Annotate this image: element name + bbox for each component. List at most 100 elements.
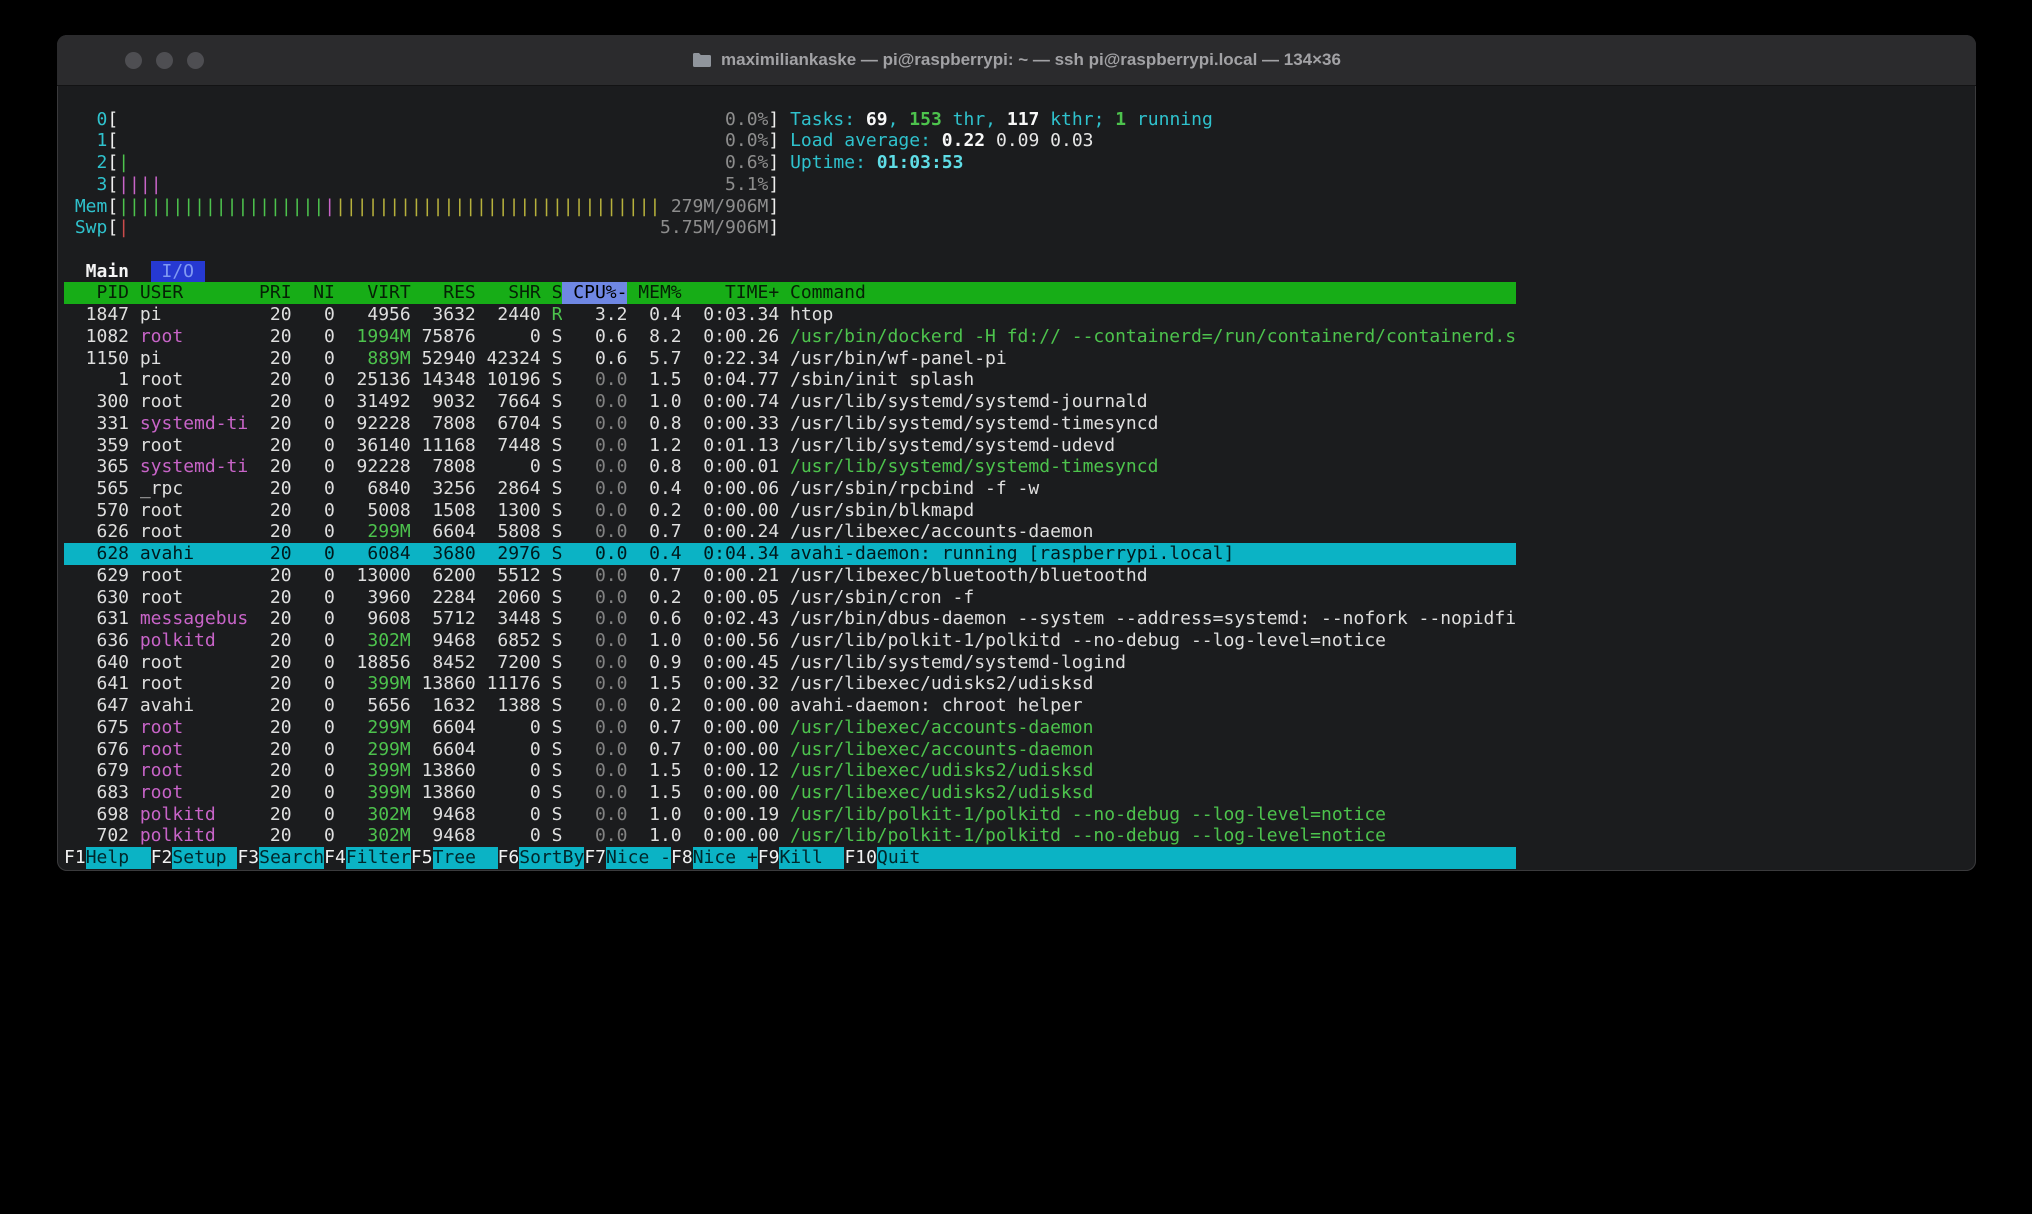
cell-time: 0:00.26 xyxy=(682,326,780,348)
cell-pid: 647 xyxy=(64,695,129,717)
process-row-365[interactable]: 365systemd-ti2009222878080S0.00.80:00.01… xyxy=(64,456,1516,478)
fkey-f9[interactable]: F9 xyxy=(758,847,780,869)
process-row-1082[interactable]: 1082root2001994M758760S0.68.20:00.26/usr… xyxy=(64,326,1516,348)
process-row-629[interactable]: 629root2001300062005512S0.00.70:00.21/us… xyxy=(64,565,1516,587)
cell-pri: 20 xyxy=(248,326,291,348)
process-row-702[interactable]: 702polkitd200302M94680S0.01.00:00.00/usr… xyxy=(64,825,1516,847)
column-header-time[interactable]: TIME+ xyxy=(682,282,780,304)
cell-s: S xyxy=(541,695,563,717)
function-bar: F1Help F2Setup F3SearchF4FilterF5Tree F6… xyxy=(64,847,1516,869)
kthread-count: 117 xyxy=(1007,109,1040,130)
process-row-631[interactable]: 631messagebus200960857123448S0.00.60:02.… xyxy=(64,608,1516,630)
meter-bar: | xyxy=(194,196,205,218)
traffic-lights xyxy=(125,35,204,85)
cell-pri: 20 xyxy=(248,587,291,609)
fkey-f10[interactable]: F10 xyxy=(844,847,877,869)
cell-pri: 20 xyxy=(248,391,291,413)
process-row-1847[interactable]: 1847pi200495636322440R3.20.40:03.34htop xyxy=(64,304,1516,326)
process-row-676[interactable]: 676root200299M66040S0.00.70:00.00/usr/li… xyxy=(64,739,1516,761)
meter-bar: | xyxy=(509,196,520,218)
tab-io[interactable]: I/O xyxy=(151,261,205,282)
cell-shr: 2440 xyxy=(476,304,541,326)
cell-cpu: 0.0 xyxy=(562,435,627,457)
process-row-331[interactable]: 331systemd-ti2009222878086704S0.00.80:00… xyxy=(64,413,1516,435)
swp-value: 5.75M/906M xyxy=(660,217,768,239)
fkey-label-quit[interactable]: Quit xyxy=(877,847,942,869)
fkey-f8[interactable]: F8 xyxy=(671,847,693,869)
process-row-675[interactable]: 675root200299M66040S0.00.70:00.00/usr/li… xyxy=(64,717,1516,739)
cell-res: 7808 xyxy=(411,456,476,478)
fkey-f3[interactable]: F3 xyxy=(237,847,259,869)
close-button[interactable] xyxy=(125,52,142,69)
fkey-label-filter[interactable]: Filter xyxy=(346,847,411,869)
fkey-f1[interactable]: F1 xyxy=(64,847,86,869)
cell-time: 0:00.56 xyxy=(682,630,780,652)
column-header-virt[interactable]: VIRT xyxy=(335,282,411,304)
column-header-s[interactable]: S xyxy=(541,282,563,304)
titlebar[interactable]: maximiliankaske — pi@raspberrypi: ~ — ss… xyxy=(57,35,1976,86)
fkey-label-nice-[interactable]: Nice + xyxy=(693,847,758,869)
minimize-button[interactable] xyxy=(156,52,173,69)
cell-cpu: 0.0 xyxy=(562,804,627,826)
fkey-label-setup[interactable]: Setup xyxy=(172,847,237,869)
fkey-label-help[interactable]: Help xyxy=(86,847,151,869)
fkey-f7[interactable]: F7 xyxy=(584,847,606,869)
process-row-679[interactable]: 679root200399M138600S0.01.50:00.12/usr/l… xyxy=(64,760,1516,782)
memory-meter: Mem[||||||||||||||||||||||||||||||||||||… xyxy=(64,196,779,217)
fkey-label-search[interactable]: Search xyxy=(259,847,324,869)
column-header-cmd[interactable]: Command xyxy=(790,282,1516,304)
cell-virt: 92228 xyxy=(335,413,411,435)
process-row-359[interactable]: 359root20036140111687448S0.01.20:01.13/u… xyxy=(64,435,1516,457)
fkey-f4[interactable]: F4 xyxy=(324,847,346,869)
cell-cpu: 0.0 xyxy=(562,673,627,695)
cpu1-row: 1[0.0%]Load average: 0.22 0.09 0.03 xyxy=(64,130,1516,152)
column-header-ni[interactable]: NI xyxy=(292,282,335,304)
meter-bar: | xyxy=(118,217,129,239)
process-row-626[interactable]: 626root200299M66045808S0.00.70:00.24/usr… xyxy=(64,521,1516,543)
process-row-300[interactable]: 300root2003149290327664S0.01.00:00.74/us… xyxy=(64,391,1516,413)
process-row-570[interactable]: 570root200500815081300S0.00.20:00.00/usr… xyxy=(64,500,1516,522)
process-row-630[interactable]: 630root200396022842060S0.00.20:00.05/usr… xyxy=(64,587,1516,609)
cell-shr: 6852 xyxy=(476,630,541,652)
cell-s: S xyxy=(541,760,563,782)
fkey-f2[interactable]: F2 xyxy=(151,847,173,869)
cell-pid: 631 xyxy=(64,608,129,630)
process-row-641[interactable]: 641root200399M1386011176S0.01.50:00.32/u… xyxy=(64,673,1516,695)
fkey-f6[interactable]: F6 xyxy=(498,847,520,869)
process-row-647[interactable]: 647avahi200565616321388S0.00.20:00.00ava… xyxy=(64,695,1516,717)
process-row-628[interactable]: 628avahi200608436802976S0.00.40:04.34ava… xyxy=(64,543,1516,565)
column-header-shr[interactable]: SHR xyxy=(476,282,541,304)
cell-user: root xyxy=(140,652,248,674)
process-row-683[interactable]: 683root200399M138600S0.01.50:00.00/usr/l… xyxy=(64,782,1516,804)
meter-bar: | xyxy=(162,196,173,218)
column-header-pid[interactable]: PID xyxy=(64,282,129,304)
fkey-f5[interactable]: F5 xyxy=(411,847,433,869)
column-header-mem[interactable]: MEM% xyxy=(627,282,681,304)
fkey-label-sortby[interactable]: SortBy xyxy=(519,847,584,869)
column-header-res[interactable]: RES xyxy=(411,282,476,304)
fkey-label-tree[interactable]: Tree xyxy=(433,847,498,869)
zoom-button[interactable] xyxy=(187,52,204,69)
process-row-698[interactable]: 698polkitd200302M94680S0.01.00:00.19/usr… xyxy=(64,804,1516,826)
meter-bar: | xyxy=(303,196,314,218)
meter-bar: | xyxy=(628,196,639,218)
meter-bar: | xyxy=(129,196,140,218)
tab-main[interactable]: Main xyxy=(75,261,140,282)
process-row-565[interactable]: 565_rpc200684032562864S0.00.40:00.06/usr… xyxy=(64,478,1516,500)
process-row-1150[interactable]: 1150pi200889M5294042324S0.65.70:22.34/us… xyxy=(64,348,1516,370)
cell-user: root xyxy=(140,717,248,739)
cell-mem: 0.2 xyxy=(627,500,681,522)
process-row-640[interactable]: 640root2001885684527200S0.00.90:00.45/us… xyxy=(64,652,1516,674)
meter-bar: | xyxy=(270,196,281,218)
column-header-user[interactable]: USER xyxy=(140,282,248,304)
column-header-cpu[interactable]: CPU%- xyxy=(562,282,627,304)
column-header-pri[interactable]: PRI xyxy=(248,282,291,304)
cell-pri: 20 xyxy=(248,804,291,826)
cell-virt: 5656 xyxy=(335,695,411,717)
cell-time: 0:04.34 xyxy=(682,543,780,565)
cell-pid: 1082 xyxy=(64,326,129,348)
fkey-label-kill[interactable]: Kill xyxy=(779,847,844,869)
fkey-label-nice-[interactable]: Nice - xyxy=(606,847,671,869)
process-row-636[interactable]: 636polkitd200302M94686852S0.01.00:00.56/… xyxy=(64,630,1516,652)
process-row-1[interactable]: 1root200251361434810196S0.01.50:04.77/sb… xyxy=(64,369,1516,391)
